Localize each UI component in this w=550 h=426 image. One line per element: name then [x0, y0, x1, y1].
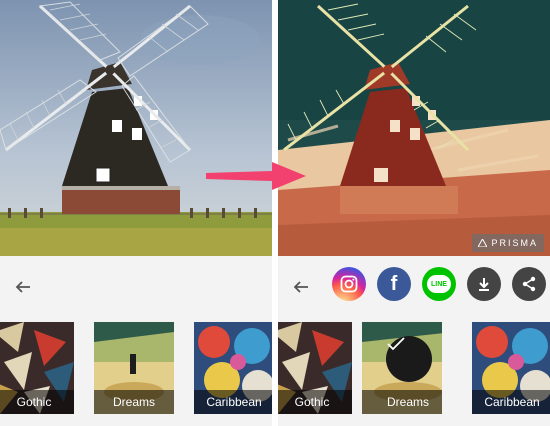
prisma-watermark: PRISMA	[472, 234, 544, 252]
check-icon	[387, 337, 405, 351]
original-phone-screen: Gothic Dreams Caribbean	[0, 0, 272, 426]
back-button[interactable]	[8, 272, 38, 302]
instagram-share-button[interactable]	[332, 267, 366, 301]
original-photo	[0, 0, 272, 256]
filter-label: Gothic	[278, 390, 352, 414]
filter-label: Caribbean	[472, 390, 550, 414]
filter-strip: Gothic Dreams Caribbean	[0, 322, 272, 414]
filter-thumb-caribbean[interactable]: Caribbean	[472, 322, 550, 414]
filter-thumb-dreams[interactable]: Dreams	[94, 322, 174, 414]
filter-label: Gothic	[0, 390, 74, 414]
filter-label: Dreams	[94, 390, 174, 414]
filter-label: Dreams	[362, 390, 442, 414]
download-icon	[479, 278, 489, 291]
filtered-photo: PRISMA	[278, 0, 550, 256]
watermark-text: PRISMA	[491, 238, 538, 248]
selected-check-badge	[386, 336, 432, 382]
filter-thumb-gothic[interactable]: Gothic	[278, 322, 352, 414]
back-button[interactable]	[286, 272, 316, 302]
line-icon-text: LINE	[431, 280, 447, 288]
arrow-right-icon	[206, 162, 306, 190]
filter-thumb-caribbean[interactable]: Caribbean	[194, 322, 272, 414]
triangle-icon	[478, 239, 488, 247]
line-share-button[interactable]: LINE	[422, 267, 456, 301]
filter-label: Caribbean	[194, 390, 272, 414]
instagram-icon	[340, 275, 358, 293]
filter-strip: Gothic Dreams Caribbean	[278, 322, 550, 414]
line-icon: LINE	[427, 275, 451, 293]
share-toolbar: f LINE	[278, 256, 550, 318]
arrow-left-icon	[293, 281, 308, 293]
arrow-left-icon	[15, 281, 30, 293]
share-button[interactable]	[512, 267, 546, 301]
facebook-icon: f	[390, 272, 398, 295]
filter-toolbar	[0, 256, 272, 318]
filter-thumb-gothic[interactable]: Gothic	[0, 322, 74, 414]
download-button[interactable]	[467, 267, 501, 301]
facebook-share-button[interactable]: f	[377, 267, 411, 301]
share-icon	[522, 276, 536, 292]
filtered-phone-screen: PRISMA f LINE Gothic Dreams Caribbean	[278, 0, 550, 426]
filter-thumb-dreams-selected[interactable]: Dreams	[362, 322, 442, 414]
